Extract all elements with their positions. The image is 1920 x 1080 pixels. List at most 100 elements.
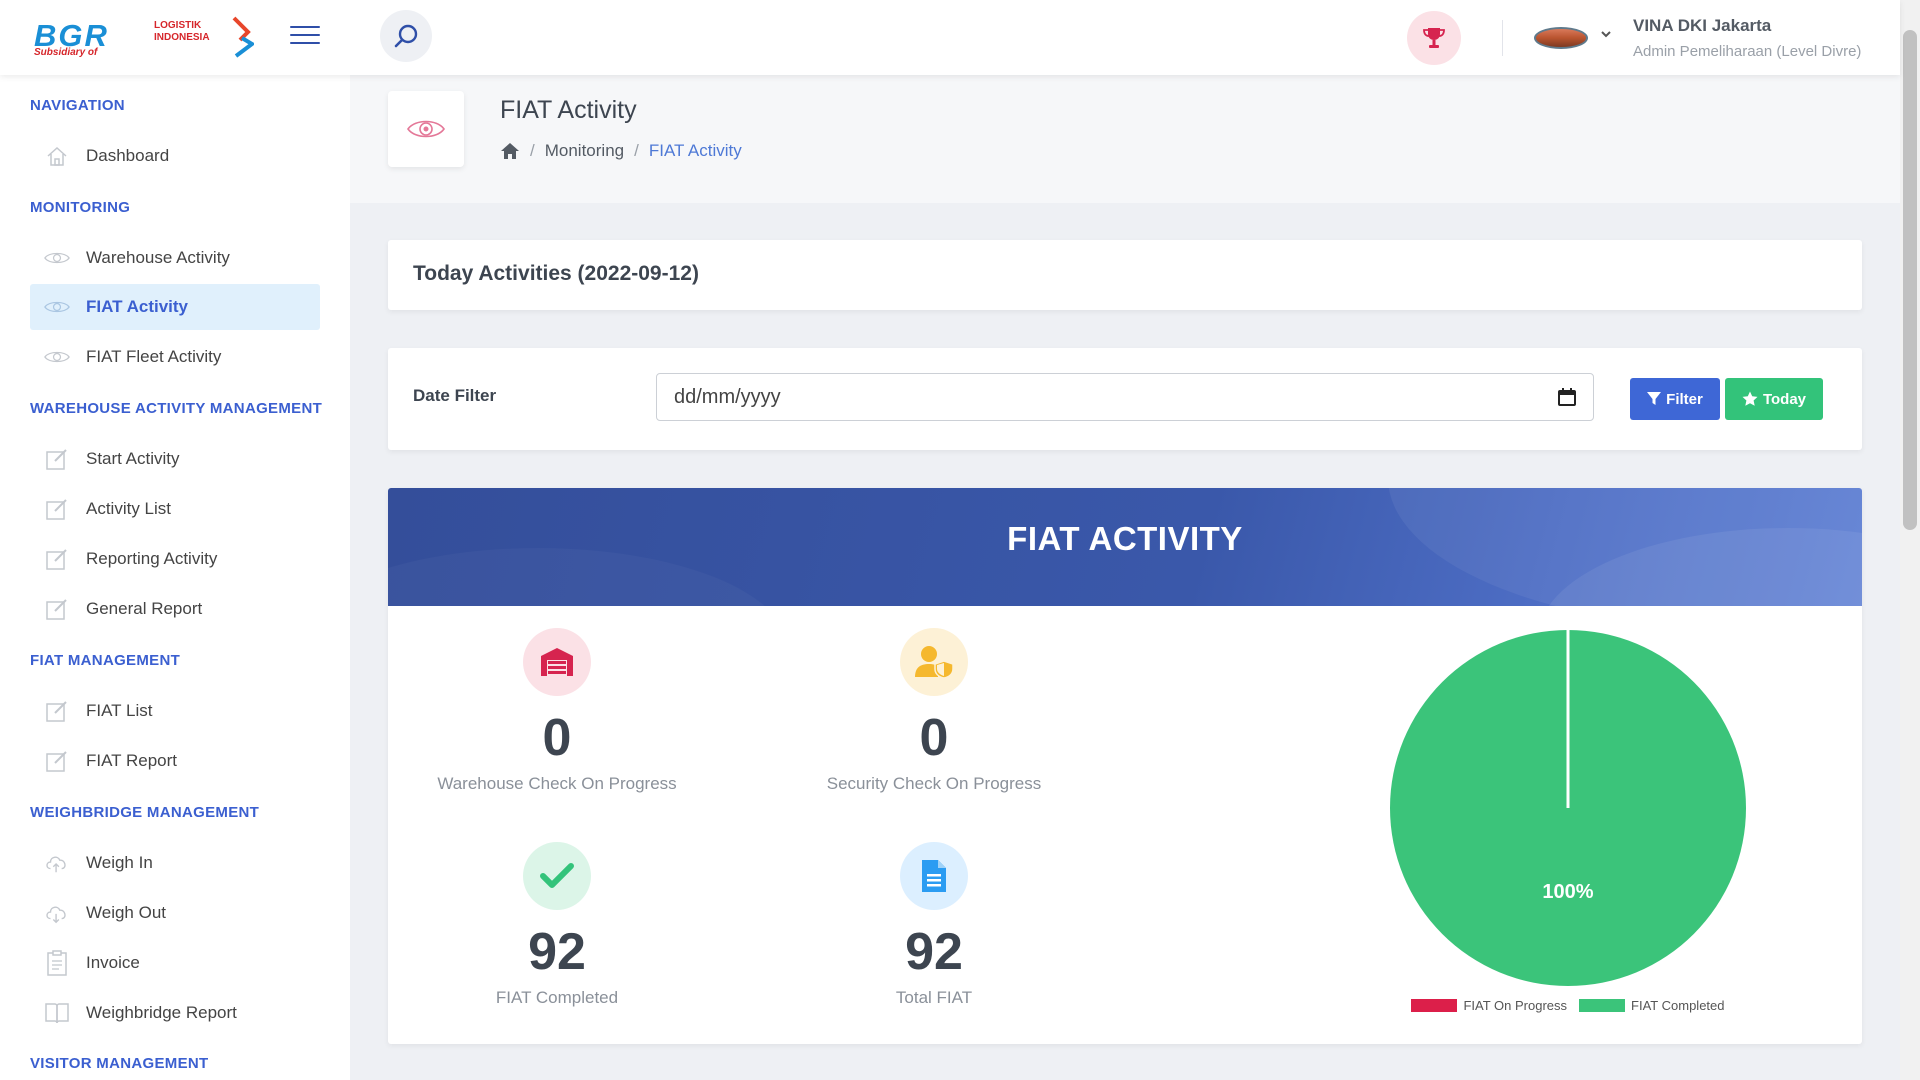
stat-value: 0	[919, 709, 949, 767]
sidebar-item-reporting-activity[interactable]: Reporting Activity	[30, 536, 320, 582]
breadcrumb: / Monitoring / FIAT Activity	[500, 141, 742, 161]
nav-section-navigation: NAVIGATION	[30, 97, 125, 114]
date-filter-input[interactable]: dd/mm/yyyy	[656, 373, 1594, 421]
chart-legend: FIAT On Progress FIAT Completed	[1318, 998, 1818, 1013]
sidebar-item-fiat-activity[interactable]: FIAT Activity	[30, 284, 320, 330]
fiat-activity-title: FIAT ACTIVITY	[1007, 520, 1243, 557]
today-activities-title: Today Activities (2022-09-12)	[413, 262, 699, 285]
stat-label: Warehouse Check On Progress	[437, 774, 677, 793]
stat-value: 92	[905, 923, 963, 981]
warehouse-icon	[523, 628, 591, 696]
legend-swatch	[1411, 999, 1458, 1012]
page-title: FIAT Activity	[500, 96, 637, 124]
sidebar-item-warehouse-activity[interactable]: Warehouse Activity	[30, 235, 320, 281]
sidebar-item-invoice[interactable]: Invoice	[30, 940, 320, 986]
today-button-label: Today	[1762, 390, 1807, 408]
legend-item[interactable]: FIAT Completed	[1579, 998, 1725, 1013]
logo-subsidiary: Subsidiary of	[34, 47, 98, 58]
user-shield-icon	[900, 628, 968, 696]
breadcrumb-monitoring[interactable]: Monitoring	[545, 141, 624, 161]
breadcrumb-separator: /	[634, 141, 639, 160]
edit-icon	[44, 698, 70, 724]
page-scrollbar[interactable]	[1900, 0, 1920, 1080]
pie-data-label: 100%	[1542, 881, 1593, 903]
stat-label: Security Check On Progress	[826, 774, 1042, 793]
nav-section-monitoring: MONITORING	[30, 199, 131, 216]
today-activities-card: Today Activities (2022-09-12)	[388, 240, 1862, 310]
filter-button-label: Filter	[1666, 390, 1703, 408]
legend-label: FIAT On Progress	[1463, 998, 1568, 1013]
sidebar-item-dashboard[interactable]: Dashboard	[30, 133, 320, 179]
edit-icon	[44, 446, 70, 472]
document-icon	[900, 842, 968, 910]
search-button[interactable]	[380, 10, 432, 62]
edit-icon	[44, 748, 70, 774]
fiat-activity-card: FIAT ACTIVITY 0 Warehouse Check On Progr…	[388, 488, 1862, 1044]
edit-icon	[44, 546, 70, 572]
eye-icon	[407, 120, 445, 138]
nav-section-warehouse-activity-management: WAREHOUSE ACTIVITY MANAGEMENT	[30, 400, 323, 417]
breadcrumb-separator: /	[530, 141, 535, 160]
scrollbar-thumb[interactable]	[1903, 30, 1917, 530]
sidebar-item-label: Weigh Out	[86, 903, 167, 922]
trophy-button[interactable]	[1407, 11, 1461, 65]
header-divider	[1502, 20, 1503, 56]
star-icon	[1742, 391, 1758, 406]
home-icon[interactable]	[500, 142, 520, 160]
sidebar-item-start-activity[interactable]: Start Activity	[30, 436, 320, 482]
stat-value: 0	[542, 709, 572, 767]
sidebar-item-label: FIAT Report	[86, 751, 178, 770]
filter-button[interactable]: Filter	[1630, 378, 1720, 420]
sidebar-item-label: Weighbridge Report	[86, 1003, 237, 1022]
sidebar-item-label: Invoice	[86, 953, 140, 972]
avatar[interactable]	[1534, 27, 1588, 49]
cloud-download-icon	[44, 900, 70, 926]
nav-section-visitor-management: VISITOR MANAGEMENT	[30, 1055, 209, 1072]
sidebar-item-label: Dashboard	[86, 146, 170, 165]
date-filter-label: Date Filter	[413, 386, 497, 405]
stat-security-check: 0 Security Check On Progress	[774, 628, 1094, 794]
date-placeholder: dd/mm/yyyy	[674, 385, 781, 408]
filter-icon	[1647, 392, 1662, 405]
sidebar-item-label: Reporting Activity	[86, 549, 218, 568]
stat-label: Total FIAT	[895, 988, 973, 1007]
sidebar-item-general-report[interactable]: General Report	[30, 586, 320, 632]
stat-label: FIAT Completed	[495, 988, 619, 1007]
user-name[interactable]: VINA DKI Jakarta	[1633, 16, 1771, 36]
logo-mark-icon	[232, 16, 254, 58]
nav-section-fiat-management: FIAT MANAGEMENT	[30, 652, 181, 669]
user-role: Admin Pemeliharaan (Level Divre)	[1633, 43, 1862, 60]
today-button[interactable]: Today	[1725, 378, 1823, 420]
sidebar-item-label: Activity List	[86, 499, 172, 518]
legend-label: FIAT Completed	[1631, 998, 1725, 1013]
sidebar-item-activity-list[interactable]: Activity List	[30, 486, 320, 532]
book-icon	[44, 1000, 70, 1026]
sidebar-item-weigh-in[interactable]: Weigh In	[30, 840, 320, 886]
menu-toggle-icon[interactable]	[290, 26, 320, 46]
fiat-activity-banner: FIAT ACTIVITY	[388, 488, 1862, 606]
sidebar-item-label: Start Activity	[86, 449, 180, 468]
clipboard-icon	[44, 950, 70, 976]
edit-icon	[44, 496, 70, 522]
sidebar-item-label: General Report	[86, 599, 203, 618]
chevron-down-icon[interactable]	[1600, 28, 1612, 40]
sidebar-item-fiat-report[interactable]: FIAT Report	[30, 738, 320, 784]
sidebar-item-weigh-out[interactable]: Weigh Out	[30, 890, 320, 936]
search-icon	[394, 24, 418, 48]
cloud-upload-icon	[44, 850, 70, 876]
check-icon	[523, 842, 591, 910]
sidebar-item-label: Warehouse Activity	[86, 248, 230, 267]
sidebar-item-weighbridge-report[interactable]: Weighbridge Report	[30, 990, 320, 1036]
sidebar-item-fiat-list[interactable]: FIAT List	[30, 688, 320, 734]
sidebar: NAVIGATION Dashboard MONITORING Warehous…	[0, 75, 350, 1080]
page-header: FIAT Activity / Monitoring / FIAT Activi…	[350, 75, 1900, 203]
stat-total-fiat: 92 Total FIAT	[774, 842, 1094, 1008]
trophy-icon	[1423, 28, 1445, 48]
sidebar-item-label: FIAT Activity	[86, 297, 189, 316]
page-icon-box	[388, 91, 464, 167]
calendar-icon[interactable]	[1557, 387, 1577, 407]
brand-logo[interactable]: BGR LOGISTIK INDONESIA Subsidiary of	[34, 16, 264, 62]
sidebar-item-fiat-fleet-activity[interactable]: FIAT Fleet Activity	[30, 334, 320, 380]
breadcrumb-current: FIAT Activity	[648, 141, 742, 160]
legend-item[interactable]: FIAT On Progress	[1411, 998, 1567, 1013]
